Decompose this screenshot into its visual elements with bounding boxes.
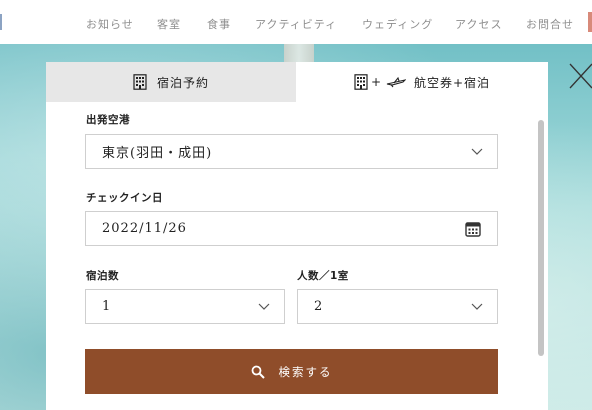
tab-stay-label: 宿泊予約 [156, 75, 209, 90]
logo-fragment[interactable] [0, 14, 6, 30]
nav-activities[interactable]: アクティビティ [255, 16, 337, 32]
departure-label: 出発空港 [86, 114, 130, 126]
people-label: 人数／1室 [297, 270, 349, 282]
nav-dining[interactable]: 食事 [207, 16, 231, 32]
close-icon[interactable] [566, 62, 592, 90]
nav-wedding[interactable]: ウェディング [362, 16, 433, 32]
people-select[interactable]: 2 [297, 289, 498, 324]
nav-access[interactable]: アクセス [455, 16, 502, 32]
nav-rooms[interactable]: 客室 [157, 16, 181, 32]
airplane-icon [386, 76, 406, 88]
site-header: お知らせ 客室 食事 アクティビティ ウェディング アクセス お問合せ [0, 0, 592, 44]
nav-news[interactable]: お知らせ [86, 16, 134, 32]
checkin-date-field[interactable]: 2022/11/26 [85, 211, 498, 246]
chevron-down-icon [258, 303, 270, 310]
search-button[interactable]: 検索する [85, 349, 498, 394]
hotel-building-icon [354, 74, 368, 90]
nights-label: 宿泊数 [86, 270, 119, 282]
chevron-down-icon [471, 148, 483, 155]
nights-value: 1 [102, 299, 112, 314]
nights-select[interactable]: 1 [85, 289, 285, 324]
tab-air-stay-label: 航空券+宿泊 [414, 75, 491, 90]
checkin-label: チェックイン日 [86, 192, 163, 204]
people-value: 2 [314, 299, 324, 314]
tab-plus-sign: + [370, 75, 382, 89]
search-icon [251, 365, 265, 379]
search-button-label: 検索する [278, 364, 333, 379]
departure-value: 東京(羽田・成田) [102, 146, 213, 161]
checkin-value: 2022/11/26 [102, 221, 187, 236]
calendar-icon[interactable] [465, 221, 481, 237]
tab-air-stay[interactable]: + 航空券+宿泊 [296, 62, 548, 102]
departure-select[interactable]: 東京(羽田・成田) [85, 134, 498, 169]
hotel-building-icon [133, 74, 147, 90]
nav-contact[interactable]: お問合せ [526, 16, 574, 32]
scrollbar-thumb[interactable] [538, 120, 544, 356]
booking-panel: 宿泊予約 + 航空券+宿泊 出発空港 東京(羽田・成田) チェックイン日 202… [46, 62, 548, 410]
header-cta-fragment[interactable] [588, 12, 592, 32]
scrollbar[interactable] [538, 120, 544, 356]
chevron-down-icon [471, 303, 483, 310]
tab-stay[interactable]: 宿泊予約 [46, 62, 296, 102]
